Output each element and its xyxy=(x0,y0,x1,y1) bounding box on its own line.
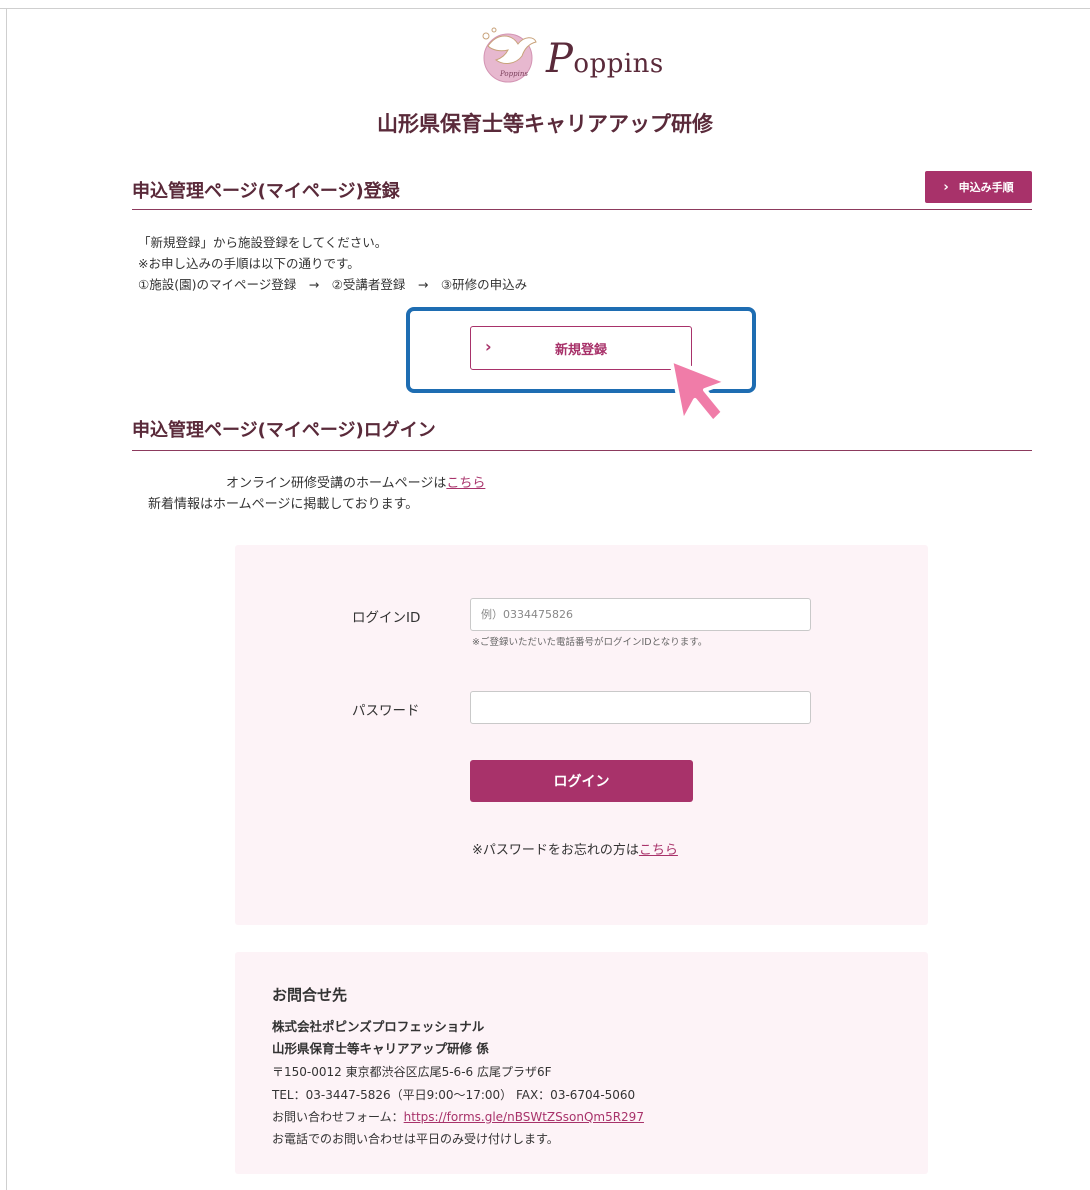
contact-form-link[interactable]: https://forms.gle/nBSWtZSsonQm5R297 xyxy=(404,1110,644,1124)
chevron-right-icon: › xyxy=(943,179,949,195)
chevron-right-icon: › xyxy=(485,337,492,356)
forgot-password-link[interactable]: こちら xyxy=(639,843,678,858)
register-section-divider xyxy=(132,209,1032,210)
login-id-label: ログインID xyxy=(352,610,421,626)
contact-address: 〒150-0012 東京都渋谷区広尾5-6-6 広尾プラザ6F xyxy=(272,1065,552,1079)
poppins-logo[interactable]: Poppins Poppins xyxy=(478,22,688,88)
brand-name: Poppins xyxy=(546,36,664,82)
login-id-hint: ※ご登録いただいた電話番号がログインIDとなります。 xyxy=(472,637,708,648)
login-section-divider xyxy=(132,450,1032,451)
dove-emblem-icon: Poppins xyxy=(482,27,537,83)
application-steps-button[interactable]: › 申込み手順 xyxy=(925,171,1032,203)
login-section-title: 申込管理ページ(マイページ)ログイン xyxy=(132,420,436,441)
steps-button-label: 申込み手順 xyxy=(958,181,1014,194)
page-title: 山形県保育士等キャリアアップ研修 xyxy=(377,112,713,136)
pointer-cursor-icon xyxy=(669,358,729,424)
svg-text:Poppins: Poppins xyxy=(499,70,528,78)
new-registration-button[interactable]: › 新規登録 xyxy=(470,326,692,370)
register-section-title: 申込管理ページ(マイページ)登録 xyxy=(132,181,400,202)
online-homepage-link[interactable]: こちら xyxy=(446,476,485,491)
password-label: パスワード xyxy=(352,703,420,719)
instruction-line: 「新規登録」から施設登録をしてください。 xyxy=(138,235,388,250)
contact-department: 山形県保育士等キャリアアップ研修 係 xyxy=(272,1041,489,1056)
register-instructions: 「新規登録」から施設登録をしてください。 ※お申し込みの手順は以下の通りです。 … xyxy=(138,232,527,295)
online-training-note: オンライン研修受講のホームページはこちら xyxy=(226,476,486,491)
new-registration-label: 新規登録 xyxy=(554,342,607,358)
contact-form: お問い合わせフォーム：https://forms.gle/nBSWtZSsonQ… xyxy=(272,1110,644,1124)
contact-company: 株式会社ポピンズプロフェッショナル xyxy=(272,1019,485,1034)
news-note: 新着情報はホームページに掲載しております。 xyxy=(148,497,419,512)
password-input[interactable] xyxy=(470,691,811,724)
login-button[interactable]: ログイン xyxy=(470,760,693,802)
contact-heading: お問合せ先 xyxy=(272,986,348,1004)
instruction-line: ※お申し込みの手順は以下の通りです。 xyxy=(138,256,360,271)
login-id-input[interactable] xyxy=(470,598,811,631)
forgot-password-note: ※パスワードをお忘れの方はこちら xyxy=(472,843,678,858)
contact-phone: TEL：03-3447-5826（平日9:00～17:00） FAX：03-67… xyxy=(272,1088,636,1102)
contact-note: お電話でのお問い合わせは平日のみ受け付けします。 xyxy=(272,1132,559,1146)
window-top-border xyxy=(0,0,1090,9)
instruction-line: ①施設(園)のマイページ登録 → ②受講者登録 → ③研修の申込み xyxy=(138,277,528,292)
window-left-border xyxy=(6,8,7,1190)
